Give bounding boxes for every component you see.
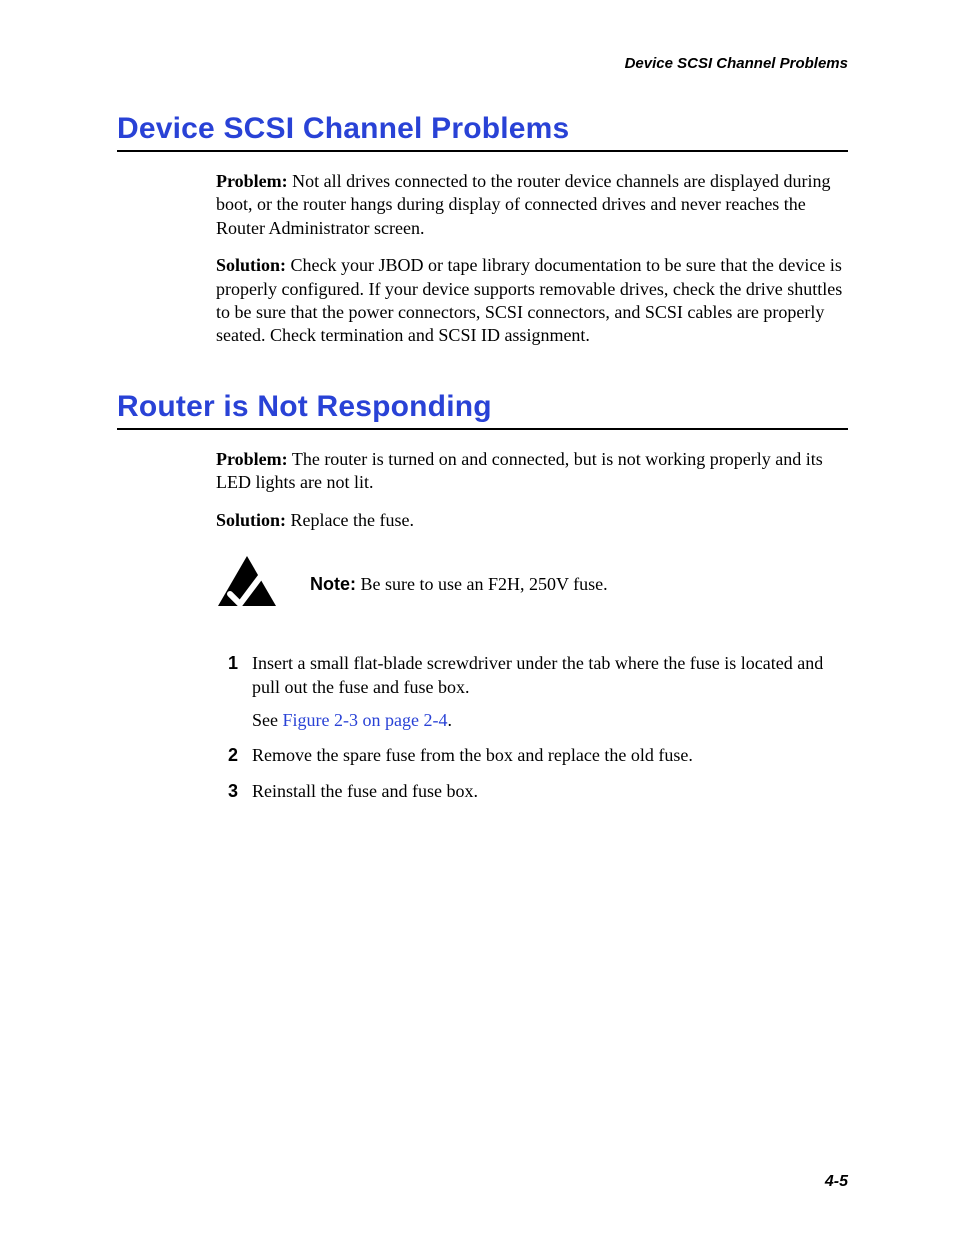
step-1-see-suffix: . — [447, 710, 452, 730]
section1-rule — [117, 150, 848, 152]
step-1-text: Insert a small flat-blade screwdriver un… — [252, 653, 823, 696]
step-1-see-prefix: See — [252, 710, 283, 730]
step-3: Reinstall the fuse and fuse box. — [216, 780, 848, 803]
running-header: Device SCSI Channel Problems — [117, 55, 848, 72]
section1-problem-label: Problem: — [216, 171, 288, 191]
note-icon — [216, 554, 278, 616]
note-text: Note: Be sure to use an F2H, 250V fuse. — [310, 573, 608, 596]
page-number: 4-5 — [825, 1173, 848, 1191]
step-1-see: See Figure 2-3 on page 2-4. — [252, 709, 848, 732]
figure-cross-reference[interactable]: Figure 2-3 on page 2-4 — [283, 710, 448, 730]
section2-rule — [117, 428, 848, 430]
section1-solution: Solution: Check your JBOD or tape librar… — [216, 254, 848, 348]
section1-problem: Problem: Not all drives connected to the… — [216, 170, 848, 240]
note-body: Be sure to use an F2H, 250V fuse. — [356, 574, 608, 594]
section1-solution-text: Check your JBOD or tape library document… — [216, 255, 842, 345]
note-label: Note: — [310, 574, 356, 594]
page: Device SCSI Channel Problems Device SCSI… — [0, 0, 954, 1235]
section1-solution-label: Solution: — [216, 255, 286, 275]
step-3-text: Reinstall the fuse and fuse box. — [252, 781, 478, 801]
section2-solution-label: Solution: — [216, 510, 286, 530]
section2-problem-label: Problem: — [216, 449, 288, 469]
step-1: Insert a small flat-blade screwdriver un… — [216, 652, 848, 732]
step-2-text: Remove the spare fuse from the box and r… — [252, 745, 693, 765]
step-2: Remove the spare fuse from the box and r… — [216, 744, 848, 767]
section2-problem-text: The router is turned on and connected, b… — [216, 449, 823, 492]
section1-heading: Device SCSI Channel Problems — [117, 112, 848, 146]
section2-problem: Problem: The router is turned on and con… — [216, 448, 848, 495]
note-row: Note: Be sure to use an F2H, 250V fuse. — [216, 554, 848, 616]
section1-body: Problem: Not all drives connected to the… — [216, 170, 848, 348]
section2-body: Problem: The router is turned on and con… — [216, 448, 848, 804]
section2-solution: Solution: Replace the fuse. — [216, 509, 848, 532]
steps-list: Insert a small flat-blade screwdriver un… — [216, 652, 848, 803]
section2-heading: Router is Not Responding — [117, 390, 848, 424]
section1-problem-text: Not all drives connected to the router d… — [216, 171, 830, 238]
section2-solution-text: Replace the fuse. — [286, 510, 414, 530]
